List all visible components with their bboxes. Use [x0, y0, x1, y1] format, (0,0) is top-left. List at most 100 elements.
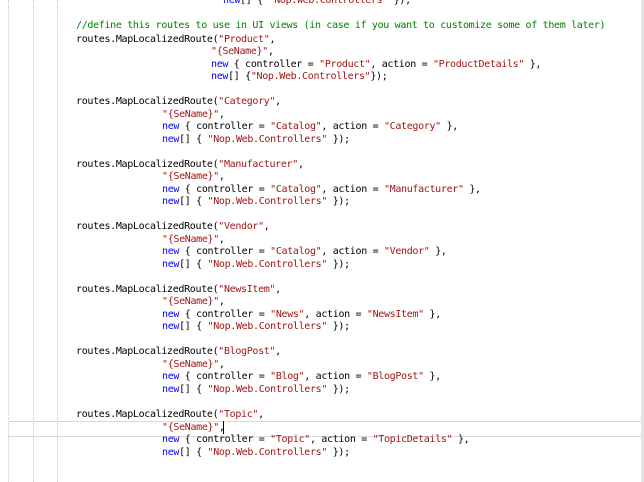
- string-token: "{SeName}": [162, 109, 219, 120]
- text-caret: [223, 421, 224, 434]
- string-token: "Nop.Web.Controllers": [250, 71, 371, 82]
- text-token: });: [327, 321, 350, 332]
- text-token: [] {: [179, 447, 208, 458]
- text-token: , action =: [321, 184, 384, 195]
- string-token: "{SeName}": [162, 171, 219, 182]
- text-token: });: [370, 71, 388, 82]
- string-token: "Nop.Web.Controllers": [268, 0, 389, 6]
- string-token: "ProductDetails": [432, 59, 525, 70]
- code-line: "{SeName}",: [211, 45, 274, 58]
- string-token: "NewsItem": [366, 309, 424, 320]
- string-token: "Vendor": [383, 246, 430, 257]
- code-line: new { controller = "Blog", action = "Blo…: [162, 370, 441, 383]
- string-token: "Catalog": [270, 184, 322, 195]
- code-line: new { controller = "Catalog", action = "…: [162, 245, 447, 258]
- code-line: new[] { "Nop.Web.Controllers" });: [162, 258, 350, 271]
- text-token: },: [524, 59, 542, 70]
- string-token: "Category": [218, 96, 276, 107]
- keyword-token: new: [162, 196, 180, 207]
- code-line: routes.MapLocalizedRoute("BlogPost",: [76, 345, 281, 358]
- text-token: ,: [275, 96, 281, 107]
- string-token: "Vendor": [218, 221, 264, 232]
- string-token: "Nop.Web.Controllers": [207, 196, 328, 207]
- string-token: "News": [270, 309, 305, 320]
- string-token: "Product": [218, 34, 270, 45]
- text-token: routes.MapLocalizedRoute(: [76, 159, 219, 170]
- text-token: [] {: [179, 134, 208, 145]
- code-line: new[] {"Nop.Web.Controllers"});: [211, 70, 388, 83]
- text-token: { controller =: [179, 434, 271, 445]
- code-line: new[] { "Nop.Web.Controllers" });: [162, 320, 350, 333]
- text-token: ,: [218, 296, 225, 307]
- keyword-token: new: [162, 134, 180, 145]
- text-token: routes.MapLocalizedRoute(: [76, 221, 219, 232]
- keyword-token: new: [162, 384, 180, 395]
- text-token: },: [452, 434, 470, 445]
- code-line: new[] { "Nop.Web.Controllers" });: [162, 446, 350, 459]
- text-token: { controller =: [179, 371, 271, 382]
- string-token: "Topic": [218, 409, 259, 420]
- text-token: ,: [263, 221, 270, 232]
- text-token: , action =: [304, 371, 367, 382]
- string-token: "Blog": [270, 371, 305, 382]
- text-token: [] {: [228, 71, 251, 82]
- text-token: });: [327, 134, 350, 145]
- text-token: ,: [267, 46, 274, 57]
- text-token: ,: [297, 159, 304, 170]
- string-token: "Nop.Web.Controllers": [207, 259, 328, 270]
- code-line: new[] { "Nop.Web.Controllers" });: [162, 383, 350, 396]
- string-token: "{SeName}": [162, 296, 219, 307]
- comment-token: //define this routes to use in UI views …: [76, 20, 606, 31]
- text-token: ,: [258, 409, 264, 420]
- string-token: "Nop.Web.Controllers": [207, 134, 328, 145]
- text-token: });: [327, 196, 350, 207]
- text-token: ,: [275, 284, 281, 295]
- keyword-token: new: [162, 447, 180, 458]
- string-token: "{SeName}": [162, 359, 219, 370]
- code-line: new[] { "Nop.Web.Controllers" });: [162, 195, 350, 208]
- text-token: routes.MapLocalizedRoute(: [76, 284, 219, 295]
- text-token: },: [463, 184, 481, 195]
- keyword-token: new: [223, 0, 241, 6]
- indent-guide: [57, 0, 58, 482]
- indent-guide: [8, 0, 9, 482]
- string-token: "Topic": [270, 434, 310, 445]
- text-token: , action =: [309, 434, 373, 445]
- text-token: routes.MapLocalizedRoute(: [76, 346, 219, 357]
- string-token: "Nop.Web.Controllers": [207, 447, 328, 458]
- text-token: ,: [218, 109, 225, 120]
- text-token: { controller =: [179, 121, 271, 132]
- string-token: "Product": [319, 59, 371, 70]
- keyword-token: new: [162, 246, 180, 257]
- text-token: { controller =: [179, 184, 271, 195]
- text-token: ,: [269, 34, 276, 45]
- code-line: "{SeName}",: [162, 170, 225, 183]
- code-line: routes.MapLocalizedRoute("Topic",: [76, 408, 264, 421]
- code-line: new { controller = "Catalog", action = "…: [162, 120, 458, 133]
- string-token: "BlogPost": [218, 346, 276, 357]
- text-token: ,: [218, 171, 225, 182]
- text-token: [] {: [179, 259, 208, 270]
- indent-guide: [33, 0, 34, 482]
- code-line: //define this routes to use in UI views …: [76, 19, 606, 32]
- text-token: },: [423, 371, 442, 382]
- text-token: [] {: [179, 384, 208, 395]
- text-token: { controller =: [228, 59, 320, 70]
- keyword-token: new: [211, 71, 229, 82]
- text-token: });: [327, 447, 350, 458]
- text-token: ,: [218, 234, 225, 245]
- text-token: },: [423, 309, 442, 320]
- text-token: ,: [218, 359, 225, 370]
- code-editor[interactable]: new[] { "Nop.Web.Controllers" });//defin…: [0, 0, 644, 482]
- text-token: },: [440, 121, 459, 132]
- text-token: , action =: [304, 309, 367, 320]
- keyword-token: new: [162, 259, 180, 270]
- text-token: , action =: [321, 246, 384, 257]
- string-token: "Catalog": [270, 121, 322, 132]
- keyword-token: new: [211, 59, 229, 70]
- string-token: "{SeName}": [162, 422, 219, 433]
- string-token: "Manufacturer": [383, 184, 464, 195]
- text-token: , action =: [370, 59, 433, 70]
- string-token: "TopicDetails": [372, 434, 453, 445]
- string-token: "Manufacturer": [218, 159, 298, 170]
